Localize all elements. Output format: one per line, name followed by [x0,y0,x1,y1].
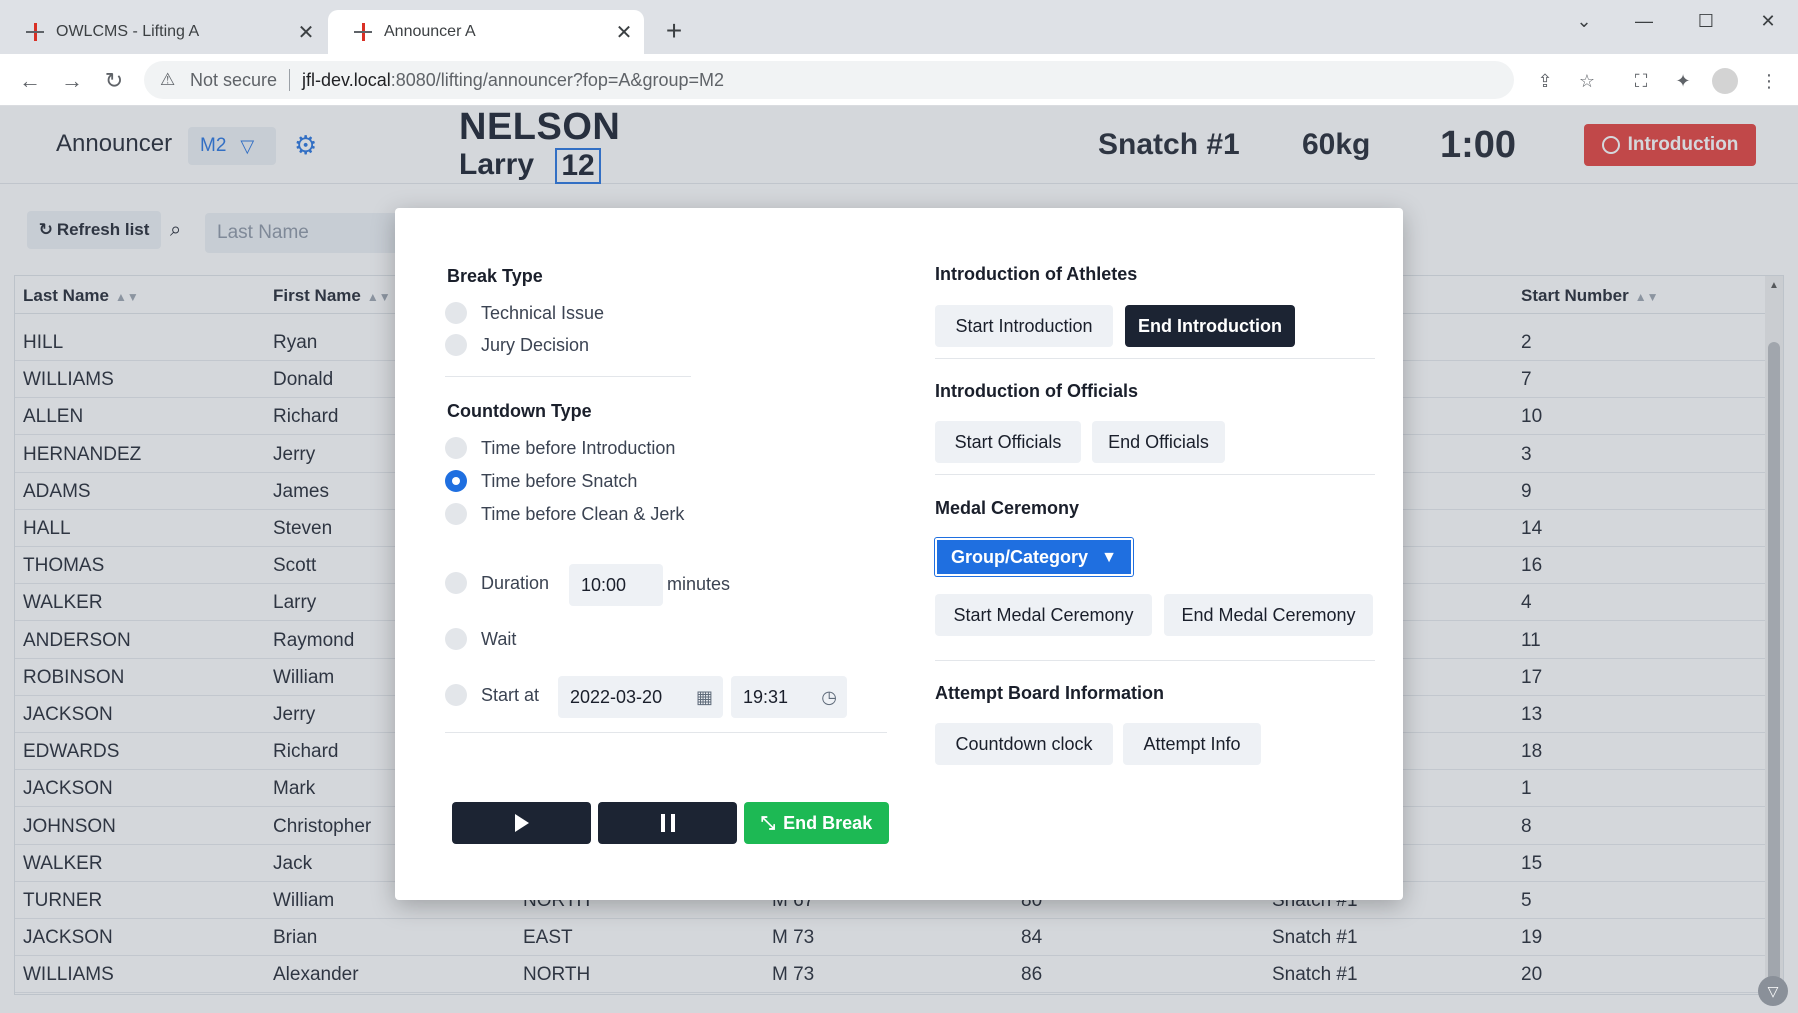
clock-icon[interactable]: ◷ [821,687,837,708]
end-officials-button[interactable]: End Officials [1092,421,1225,463]
minimize-icon[interactable]: — [1624,8,1664,34]
radio-label: Jury Decision [481,334,590,355]
security-label: Not secure [190,69,278,90]
browser-tabstrip: OWLCMS - Lifting A ✕ Announcer A ✕ + ⌄ —… [0,0,1798,54]
radio-label: Time before Clean & Jerk [481,503,685,524]
dev-tools-icon[interactable]: ▽ [1758,976,1788,1006]
countdown-clock-button[interactable]: Countdown clock [935,723,1113,765]
end-break-icon: ⤡ [760,812,776,833]
screen-cast-icon[interactable]: ⛶ [1628,68,1654,94]
duration-unit: minutes [667,574,731,594]
intro-officials-title: Introduction of Officials [935,381,1138,401]
radio-button[interactable] [445,437,467,459]
browser-menu-icon[interactable]: ⋮ [1756,68,1782,94]
end-break-label: End Break [783,812,873,833]
new-tab-icon[interactable]: + [660,17,688,46]
address-bar[interactable]: ⚠ Not secure jfl-dev.local:8080/lifting/… [144,61,1514,99]
warning-icon: ⚠ [160,70,176,89]
break-management-dialog: Break Type Technical Issue Jury Decision… [395,208,1403,900]
tab-search-icon[interactable]: ⌄ [1564,8,1604,34]
browser-toolbar: ← → ↻ ⚠ Not secure jfl-dev.local:8080/li… [0,54,1798,106]
back-icon[interactable]: ← [16,67,44,95]
radio-button[interactable] [445,572,467,594]
radio-button-selected[interactable] [445,470,467,492]
start-date-value: 2022-03-20 [570,686,663,707]
start-officials-button[interactable]: Start Officials [935,421,1081,463]
group-category-select[interactable]: Group/Category ▼ [935,538,1133,576]
radio-button[interactable] [445,684,467,706]
radio-wait[interactable]: Wait [445,628,516,650]
url-text: jfl-dev.local:8080/lifting/announcer?fop… [302,70,724,91]
maximize-icon[interactable]: ☐ [1686,8,1726,34]
radio-button[interactable] [445,628,467,650]
divider [935,474,1375,475]
tab-title: Announcer A [384,23,476,40]
play-icon [514,814,529,832]
start-medal-ceremony-button[interactable]: Start Medal Ceremony [935,594,1152,636]
start-time-input[interactable]: 19:31 ◷ [731,676,847,718]
radio-label: Start at [481,684,540,705]
close-window-icon[interactable]: ✕ [1748,8,1788,34]
start-introduction-button[interactable]: Start Introduction [935,305,1113,347]
share-icon[interactable]: ⇪ [1532,68,1558,94]
start-date-input[interactable]: 2022-03-20 ▦ [558,676,723,718]
browser-tab-announcer[interactable]: Announcer A ✕ [328,10,644,54]
forward-icon[interactable]: → [58,67,86,95]
divider [935,358,1375,359]
extensions-icon[interactable]: ✦ [1670,68,1696,94]
bookmark-star-icon[interactable]: ☆ [1574,68,1600,94]
start-countdown-button[interactable] [452,802,591,844]
medal-ceremony-title: Medal Ceremony [935,498,1080,518]
radio-time-before-introduction[interactable]: Time before Introduction [445,437,675,459]
reload-icon[interactable]: ↻ [100,67,128,95]
radio-jury-decision[interactable]: Jury Decision [445,334,589,356]
close-tab-icon[interactable]: ✕ [612,20,636,44]
attempt-info-button[interactable]: Attempt Info [1123,723,1261,765]
calendar-icon[interactable]: ▦ [696,687,713,708]
close-tab-icon[interactable]: ✕ [294,20,318,44]
radio-label: Time before Snatch [481,470,638,491]
radio-label: Duration [481,572,550,593]
radio-start-at[interactable]: Start at [445,684,539,706]
pause-countdown-button[interactable] [598,802,737,844]
chevron-down-icon: ▼ [1101,549,1117,566]
radio-time-before-clean-jerk[interactable]: Time before Clean & Jerk [445,503,684,525]
attempt-board-title: Attempt Board Information [935,683,1164,703]
end-introduction-button[interactable]: End Introduction [1125,305,1295,347]
countdown-type-title: Countdown Type [447,401,592,421]
pause-icon [660,814,675,832]
divider [445,732,887,733]
tab-title: OWLCMS - Lifting A [56,23,200,40]
owlcms-favicon-icon [26,23,44,41]
url-path: :8080/lifting/announcer?fop=A&group=M2 [390,69,724,90]
radio-technical-issue[interactable]: Technical Issue [445,302,604,324]
radio-button[interactable] [445,334,467,356]
radio-duration[interactable]: Duration [445,572,549,594]
profile-icon[interactable] [1712,68,1738,94]
group-category-label: Group/Category [951,546,1089,567]
end-medal-ceremony-button[interactable]: End Medal Ceremony [1164,594,1373,636]
duration-input[interactable]: 10:00 [569,564,663,606]
divider [445,376,691,377]
break-type-title: Break Type [447,266,543,286]
address-separator [289,69,291,91]
radio-time-before-snatch[interactable]: Time before Snatch [445,470,637,492]
browser-tab-lifting[interactable]: OWLCMS - Lifting A ✕ [0,10,326,54]
start-time-value: 19:31 [743,686,789,707]
url-host: jfl-dev.local [302,69,391,90]
radio-label: Wait [481,628,517,649]
radio-label: Time before Introduction [481,437,676,458]
divider [935,660,1375,661]
end-break-button[interactable]: ⤡ End Break [744,802,889,844]
radio-button[interactable] [445,302,467,324]
intro-athletes-title: Introduction of Athletes [935,264,1138,284]
radio-button[interactable] [445,503,467,525]
radio-label: Technical Issue [481,302,605,323]
owlcms-favicon-icon [354,23,372,41]
